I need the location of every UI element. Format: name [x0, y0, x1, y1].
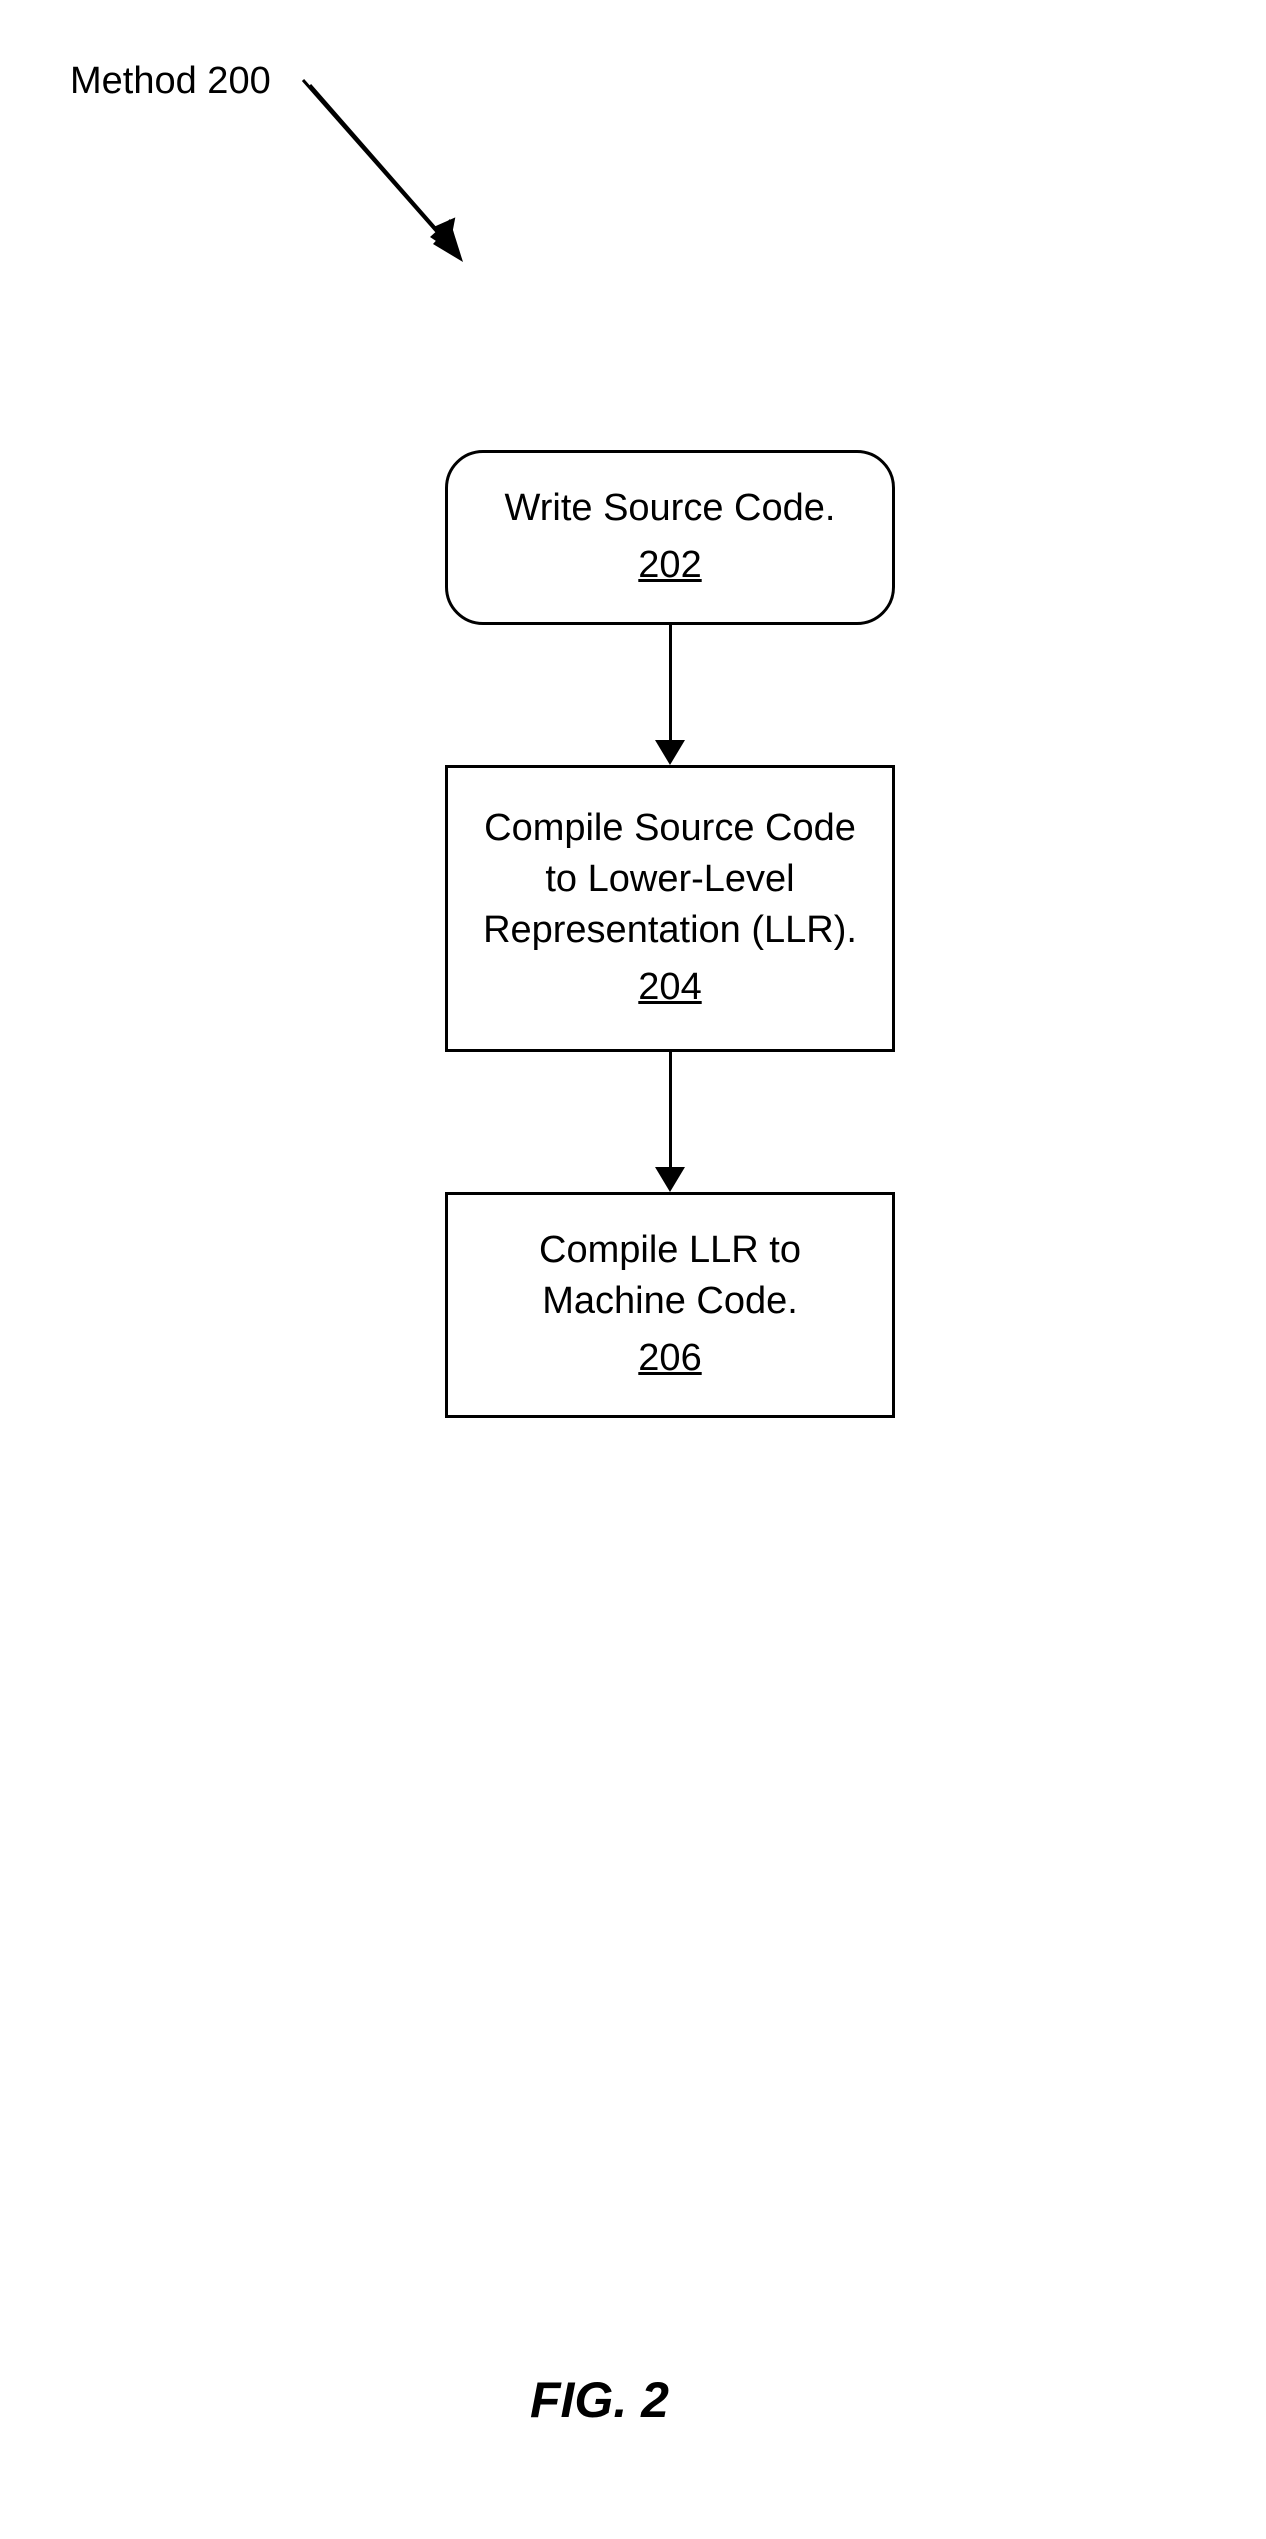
- arrow-down-icon: [655, 1052, 685, 1192]
- flowchart-step-3: Compile LLR to Machine Code. 206: [445, 1192, 895, 1418]
- step-reference: 202: [468, 540, 872, 591]
- step-text: Compile LLR to Machine Code.: [539, 1229, 801, 1322]
- step-reference: 206: [468, 1333, 872, 1384]
- figure-label: FIG. 2: [530, 2371, 669, 2429]
- step-reference: 204: [468, 962, 872, 1013]
- flowchart-container: Write Source Code. 202 Compile Source Co…: [430, 450, 910, 1418]
- flowchart-step-1: Write Source Code. 202: [445, 450, 895, 625]
- method-label: Method 200: [70, 60, 271, 103]
- arrow-down-icon: [655, 625, 685, 765]
- flowchart-step-2: Compile Source Code to Lower-Level Repre…: [445, 765, 895, 1052]
- pointer-arrow-icon: [295, 72, 515, 302]
- step-text: Write Source Code.: [505, 487, 836, 529]
- step-text: Compile Source Code to Lower-Level Repre…: [483, 807, 857, 952]
